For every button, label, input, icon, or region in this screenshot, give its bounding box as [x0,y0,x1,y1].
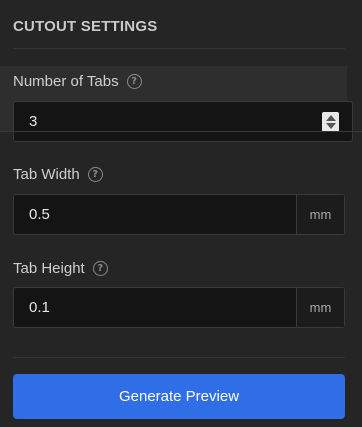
help-icon[interactable]: ? [92,261,108,276]
tab-width-label-row: Tab Width ? [13,166,103,183]
number-of-tabs-input[interactable] [14,102,352,141]
section-divider [13,48,345,49]
tab-height-input[interactable] [14,288,296,327]
highlight-divider [0,131,362,132]
up-down-arrows-icon[interactable] [322,112,339,132]
tab-height-label: Tab Height [13,260,85,277]
number-of-tabs-label-row: Number of Tabs ? [13,73,142,90]
increment-arrow-icon[interactable] [325,115,336,121]
number-of-tabs-label: Number of Tabs [13,73,119,90]
decrement-arrow-icon[interactable] [325,123,336,129]
tab-width-input[interactable] [14,195,296,234]
action-divider [13,357,345,358]
tab-height-field: mm [13,287,345,328]
number-of-tabs-field [13,101,353,142]
tab-height-unit: mm [296,288,344,327]
tab-width-unit: mm [296,195,344,234]
help-icon[interactable]: ? [126,74,142,89]
cutout-settings-panel: CUTOUT SETTINGS Number of Tabs ? Tab Wid… [0,0,362,427]
tab-width-field: mm [13,194,345,235]
generate-preview-button[interactable]: Generate Preview [13,374,345,419]
tab-width-label: Tab Width [13,166,80,183]
help-icon[interactable]: ? [87,167,103,182]
section-title: CUTOUT SETTINGS [13,18,158,35]
tab-height-label-row: Tab Height ? [13,260,108,277]
